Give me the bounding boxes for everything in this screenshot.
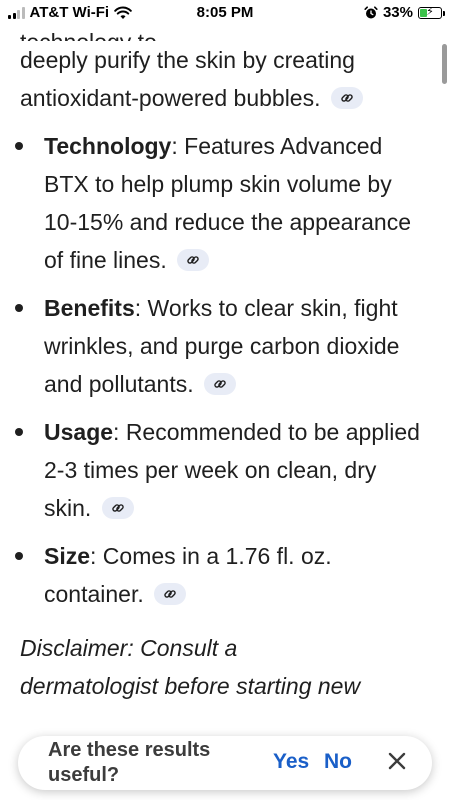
answer-content: Features advanced antioxidant technology… (0, 0, 450, 705)
link-icon (214, 380, 226, 388)
source-link-chip[interactable] (101, 496, 134, 519)
disclaimer: Disclaimer: Consult a dermatologist befo… (0, 629, 450, 705)
status-bar: AT&T Wi-Fi 8:05 PM 33% ⚡ (0, 0, 450, 26)
link-icon (164, 590, 176, 598)
scroll-indicator[interactable] (442, 44, 447, 84)
battery-percent: 33% (382, 4, 413, 21)
disclaimer-line-2: dermatologist before starting new (20, 673, 361, 699)
source-link-chip[interactable] (177, 248, 210, 271)
status-left: AT&T Wi-Fi (8, 4, 132, 21)
source-link-chip[interactable] (330, 86, 363, 109)
intro-text: deeply purify the skin by creating antio… (20, 47, 355, 111)
close-button[interactable] (386, 750, 408, 772)
wifi-icon (114, 6, 132, 19)
item-label: Technology (44, 133, 172, 159)
disclaimer-line-1: Disclaimer: Consult a (20, 635, 238, 661)
feature-list: Technology: Features Advanced BTX to hel… (0, 127, 450, 613)
feedback-no-button[interactable]: No (324, 750, 352, 774)
feedback-question: Are these results useful? (48, 739, 211, 786)
list-item: Benefits: Works to clear skin, fight wri… (0, 289, 450, 403)
battery-icon: ⚡ (418, 5, 445, 19)
feedback-bar: Are these results useful? Yes No (18, 736, 432, 790)
source-link-chip[interactable] (154, 582, 187, 605)
source-link-chip[interactable] (204, 372, 237, 395)
feedback-yes-button[interactable]: Yes (273, 750, 309, 774)
charging-bolt-icon: ⚡ (426, 5, 434, 18)
page: AT&T Wi-Fi 8:05 PM 33% ⚡ Features advanc (0, 0, 450, 800)
carrier-label: AT&T Wi-Fi (29, 4, 110, 21)
link-icon (187, 256, 199, 264)
link-icon (111, 504, 124, 512)
list-item: Size: Comes in a 1.76 fl. oz. container. (0, 537, 450, 613)
alarm-icon (364, 5, 378, 18)
link-icon (341, 94, 353, 102)
item-label: Benefits (44, 295, 135, 321)
list-item: Usage: Recommended to be applied 2-3 tim… (0, 413, 450, 527)
item-label: Usage (44, 419, 114, 445)
list-item: Technology: Features Advanced BTX to hel… (0, 127, 450, 279)
status-right: 33% ⚡ (364, 4, 445, 21)
signal-icon (8, 6, 25, 19)
close-icon (388, 752, 406, 770)
item-label: Size (44, 543, 91, 569)
